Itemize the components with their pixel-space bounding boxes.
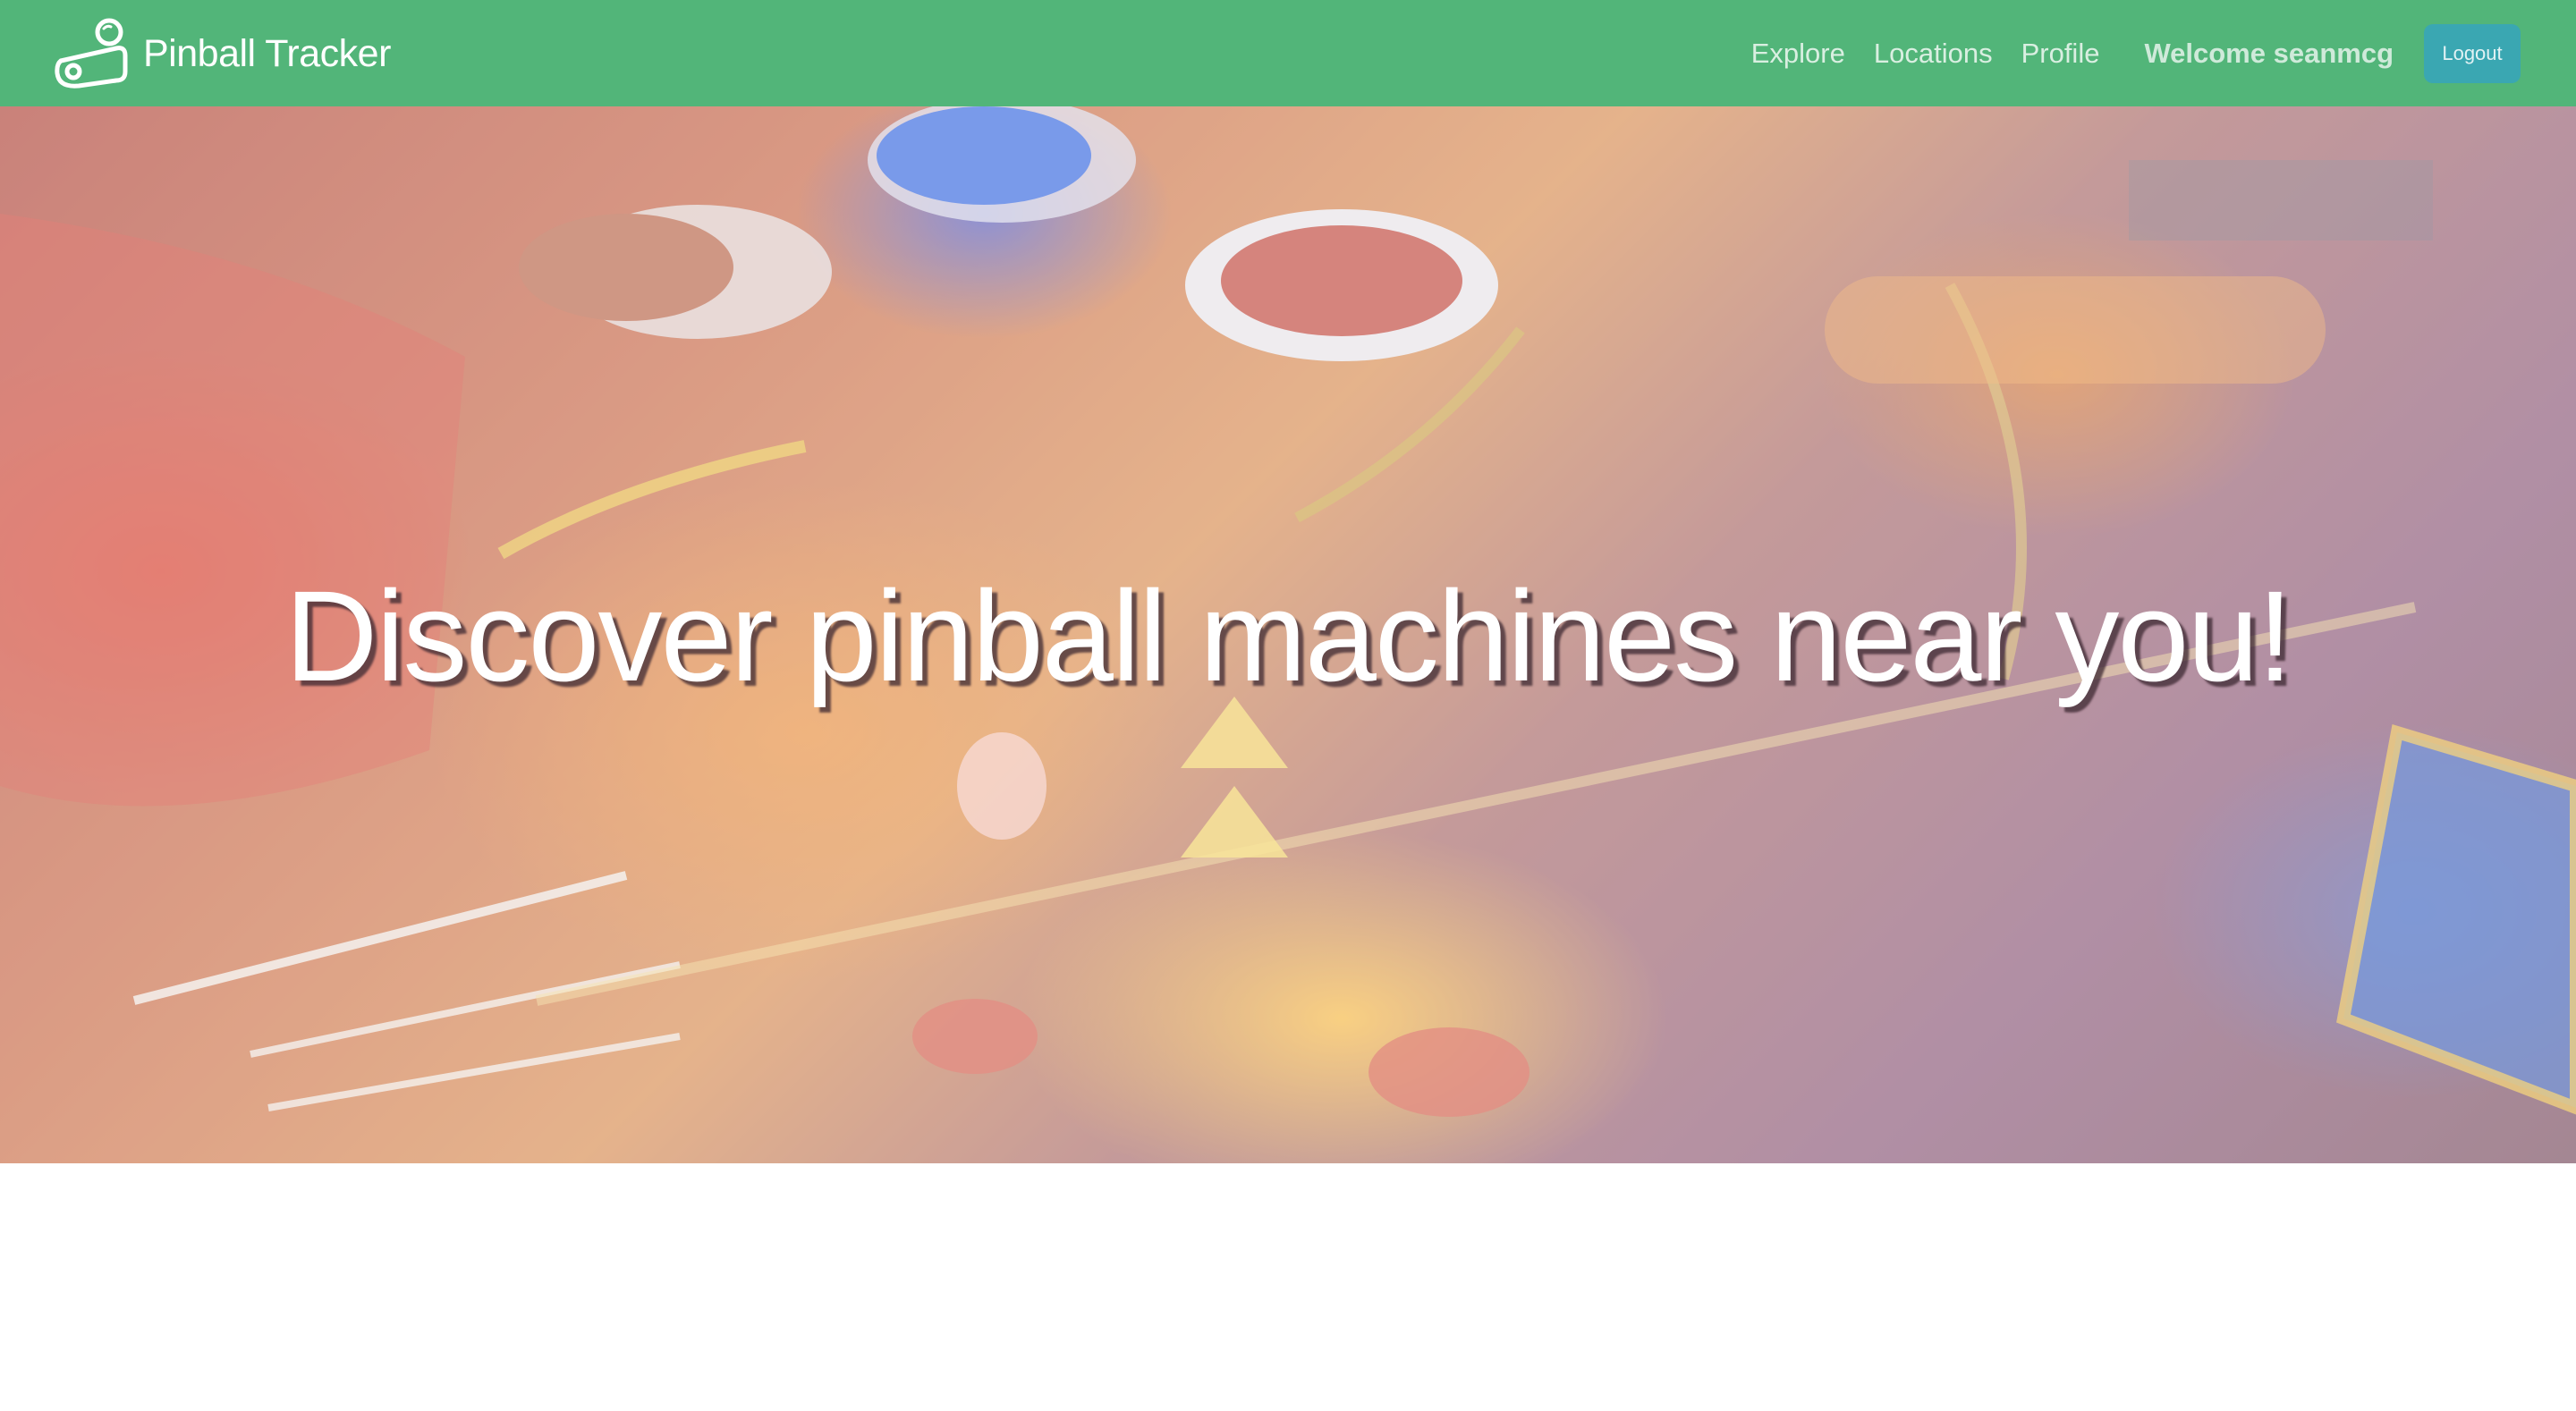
- nav-explore-link[interactable]: Explore: [1751, 38, 1845, 70]
- brand-home-link[interactable]: Pinball Tracker: [52, 18, 391, 89]
- hero-banner: Discover pinball machines near you!: [0, 106, 2576, 1163]
- logout-button[interactable]: Logout: [2424, 23, 2521, 83]
- pinball-flipper-icon: [55, 18, 128, 89]
- hero-title: Discover pinball machines near you!: [284, 564, 2292, 708]
- top-navbar: Pinball Tracker Explore Locations Profil…: [0, 0, 2576, 106]
- nav-profile-link[interactable]: Profile: [2021, 38, 2100, 70]
- nav-locations-link[interactable]: Locations: [1874, 38, 1993, 70]
- welcome-user-text: Welcome seanmcg: [2144, 37, 2394, 69]
- nav-links: Explore Locations Profile Welcome seanmc…: [1723, 0, 2576, 106]
- brand-name: Pinball Tracker: [143, 31, 391, 75]
